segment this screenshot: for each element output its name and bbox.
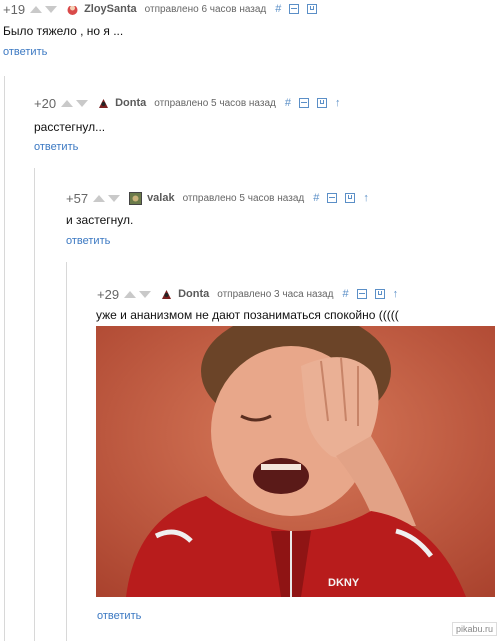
comment-timestamp: отправлено 5 часов назад — [154, 97, 276, 109]
up-vote-icon[interactable] — [124, 290, 137, 298]
comment-header: +57 valak отправлено 5 часов назад # ↑ — [66, 190, 369, 206]
hash-icon[interactable]: # — [285, 97, 291, 109]
comment-author[interactable]: Donta — [115, 97, 146, 109]
avatar — [129, 191, 143, 205]
hash-icon[interactable]: # — [313, 192, 319, 204]
collapse-icon[interactable] — [356, 289, 367, 299]
comment-timestamp: отправлено 5 часов назад — [182, 192, 305, 204]
collapse-icon[interactable] — [299, 98, 309, 108]
thread-line-2 — [34, 168, 35, 641]
comment-rating: +20 — [34, 95, 57, 111]
up-vote-icon[interactable] — [93, 194, 106, 202]
comment-rating: +29 — [97, 286, 120, 302]
save-icon[interactable] — [345, 193, 356, 203]
save-icon[interactable] — [317, 98, 327, 108]
down-vote-icon[interactable] — [76, 99, 89, 107]
down-vote-icon[interactable] — [45, 5, 58, 13]
avatar — [67, 3, 78, 15]
thread-line-3 — [66, 262, 67, 641]
comment-timestamp: отправлено 6 часов назад — [144, 3, 267, 15]
parent-arrow-icon[interactable]: ↑ — [393, 288, 399, 300]
parent-arrow-icon[interactable]: ↑ — [335, 97, 341, 109]
reply-link[interactable]: ответить — [3, 46, 47, 58]
comment-timestamp: отправлено 3 часа назад — [217, 288, 334, 300]
comment-image[interactable]: DKNY — [96, 326, 495, 597]
avatar — [99, 98, 109, 108]
comment-author[interactable]: valak — [147, 192, 175, 204]
comment-author[interactable]: Donta — [178, 288, 209, 300]
down-vote-icon[interactable] — [108, 194, 121, 202]
down-vote-icon[interactable] — [139, 290, 152, 298]
comment-text: и застегнул. — [66, 213, 134, 227]
avatar — [162, 289, 172, 299]
up-vote-icon[interactable] — [61, 99, 74, 107]
parent-arrow-icon[interactable]: ↑ — [363, 192, 369, 204]
comment-text: Было тяжело , но я ... — [3, 24, 124, 38]
save-icon[interactable] — [307, 4, 318, 14]
collapse-icon[interactable] — [289, 4, 300, 14]
save-icon[interactable] — [374, 289, 385, 299]
watermark: pikabu.ru — [451, 622, 497, 636]
comment-header: +29 Donta отправлено 3 часа назад # ↑ — [97, 286, 399, 302]
crying-boy-photo: DKNY — [96, 326, 495, 597]
comment-header: +20 Donta отправлено 5 часов назад # ↑ — [34, 95, 341, 111]
thread-line-1 — [4, 76, 5, 641]
comment-rating: +19 — [3, 1, 26, 17]
comment-author[interactable]: ZloySanta — [84, 3, 137, 15]
hoodie-logo-text: DKNY — [328, 577, 360, 589]
comment-header: +19 ZloySanta отправлено 6 часов назад # — [3, 1, 325, 17]
collapse-icon[interactable] — [327, 193, 338, 203]
comment-rating: +57 — [66, 190, 89, 206]
up-vote-icon[interactable] — [30, 5, 43, 13]
hash-icon[interactable]: # — [275, 3, 281, 15]
comment-text: расстегнул... — [34, 120, 106, 134]
reply-link[interactable]: ответить — [34, 141, 78, 153]
reply-link[interactable]: ответить — [97, 610, 141, 622]
comment-text: уже и ананизмом не дают позаниматься спо… — [96, 308, 399, 322]
hash-icon[interactable]: # — [342, 288, 348, 300]
reply-link[interactable]: ответить — [66, 235, 110, 247]
